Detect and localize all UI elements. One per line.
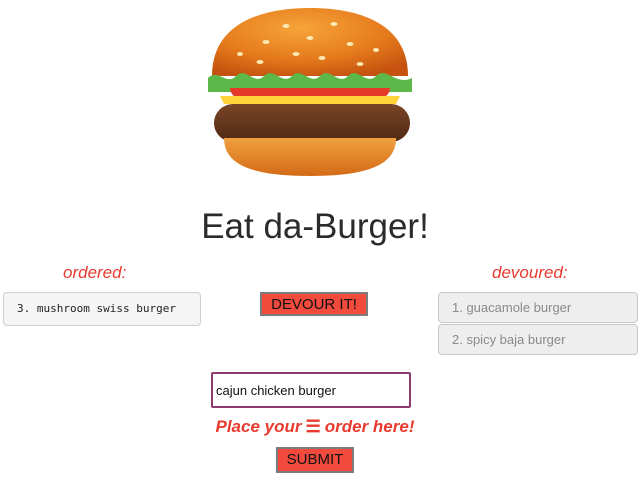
ordered-burger-item: 3. mushroom swiss burger [3, 292, 201, 326]
devoured-heading: devoured: [492, 263, 568, 282]
submit-button[interactable]: SUBMIT [276, 447, 354, 473]
place-order-prompt: Place your ☰ order here! [0, 416, 630, 438]
ordered-heading: ordered: [63, 263, 127, 282]
place-order-text-before: Place your [215, 417, 302, 436]
menu-icon: ☰ [305, 417, 321, 436]
place-order-text-after: order here! [324, 417, 415, 436]
devour-button[interactable]: DEVOUR IT! [260, 292, 368, 316]
burger-name-input[interactable] [211, 372, 411, 408]
burger-illustration [208, 8, 412, 176]
devoured-burger-item: 2. spicy baja burger [438, 324, 638, 355]
devoured-burger-item: 1. guacamole burger [438, 292, 638, 323]
burger-icon [200, 4, 420, 184]
page: Eat da-Burger! ordered: devoured: 3. mus… [0, 0, 640, 480]
page-title: Eat da-Burger! [201, 207, 429, 246]
devoured-list: 1. guacamole burger 2. spicy baja burger [438, 292, 638, 356]
